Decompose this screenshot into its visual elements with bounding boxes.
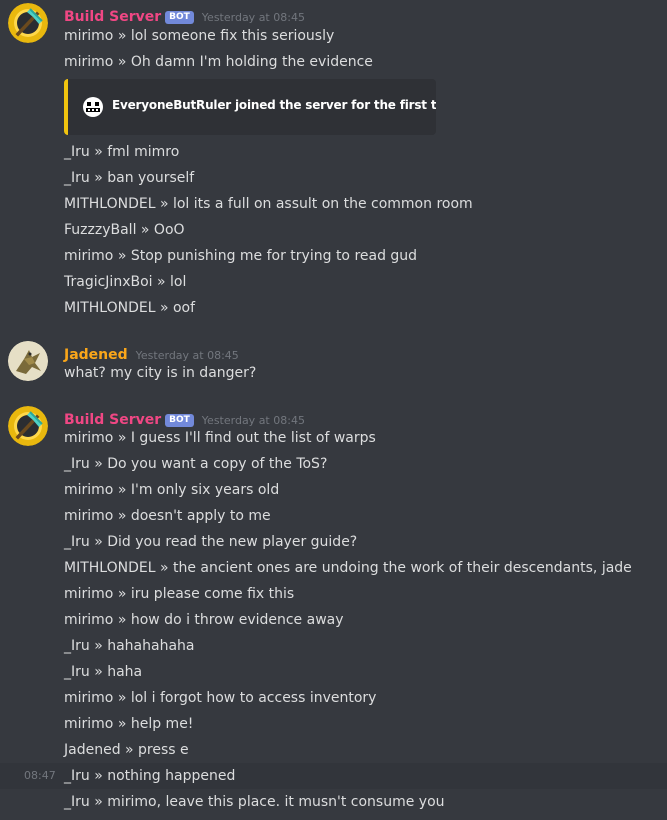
- message-text: mirimo » Stop punishing me for trying to…: [64, 248, 418, 264]
- message-line[interactable]: mirimo » lol someone fix this seriously: [0, 23, 667, 49]
- message-line[interactable]: mirimo » Oh damn I'm holding the evidenc…: [0, 49, 667, 75]
- message-line-hovered[interactable]: 08:47 _Iru » nothing happened: [0, 763, 667, 789]
- join-embed: EveryoneButRuler joined the server for t…: [64, 79, 436, 135]
- message-line[interactable]: MITHLONDEL » oof: [0, 295, 667, 321]
- message-text: FuzzzyBall » OoO: [64, 222, 185, 238]
- message-text: mirimo » iru please come fix this: [64, 586, 295, 602]
- message-text: mirimo » lol i forgot how to access inve…: [64, 690, 377, 706]
- smiley-face-icon: [82, 96, 104, 118]
- message-text: _Iru » ban yourself: [64, 170, 195, 186]
- message-line[interactable]: _Iru » Do you want a copy of the ToS?: [0, 451, 667, 477]
- message-line[interactable]: mirimo » lol i forgot how to access inve…: [0, 685, 667, 711]
- message-group: Build Server BOT Yesterday at 08:45 mirimo…: [0, 0, 667, 320]
- message-line[interactable]: mirimo » I guess I'll find out the list …: [0, 425, 667, 451]
- message-text: TragicJinxBoi » lol: [64, 274, 187, 290]
- message-line[interactable]: _Iru » ban yourself: [0, 165, 667, 191]
- embed-text: EveryoneButRuler joined the server for t…: [112, 98, 436, 112]
- message-line[interactable]: mirimo » doesn't apply to me: [0, 503, 667, 529]
- message-line[interactable]: FuzzzyBall » OoO: [0, 217, 667, 243]
- message-text: mirimo » how do i throw evidence away: [64, 612, 344, 628]
- message-line[interactable]: MITHLONDEL » lol its a full on assult on…: [0, 191, 667, 217]
- message-text: _Iru » hahahahaha: [64, 638, 195, 654]
- message-text: MITHLONDEL » oof: [64, 300, 196, 316]
- message-text: mirimo » I guess I'll find out the list …: [64, 430, 376, 446]
- message-text: what? my city is in danger?: [64, 365, 257, 381]
- message-line[interactable]: _Iru » Did you read the new player guide…: [0, 529, 667, 555]
- message-group: Build Server BOT Yesterday at 08:45 mirimo…: [0, 403, 667, 820]
- chat-message-list[interactable]: Build Server BOT Yesterday at 08:45 mirimo…: [0, 0, 667, 820]
- message-text: _Iru » Do you want a copy of the ToS?: [64, 456, 328, 472]
- message-line[interactable]: mirimo » I'm only six years old: [0, 477, 667, 503]
- message-text: _Iru » haha: [64, 664, 143, 680]
- message-line[interactable]: what? my city is in danger?: [0, 360, 667, 386]
- message-text: mirimo » Oh damn I'm holding the evidenc…: [64, 54, 373, 70]
- hover-timestamp[interactable]: 08:47: [24, 763, 56, 789]
- message-line[interactable]: mirimo » iru please come fix this: [0, 581, 667, 607]
- message-line[interactable]: _Iru » mirimo, leave this place. it musn…: [0, 789, 667, 815]
- embed-accent-bar: [64, 79, 68, 135]
- message-text: MITHLONDEL » lol its a full on assult on…: [64, 196, 473, 212]
- message-text: _Iru » mirimo, leave this place. it musn…: [64, 794, 445, 810]
- message-text: MITHLONDEL » the ancient ones are undoin…: [64, 560, 632, 576]
- message-text: _Iru » nothing happened: [64, 768, 236, 784]
- message-text: mirimo » I'm only six years old: [64, 482, 280, 498]
- message-line[interactable]: TragicJinxBoi » lol: [0, 269, 667, 295]
- message-line[interactable]: _Iru » hahahahaha: [0, 633, 667, 659]
- message-line[interactable]: Jadened » press e: [0, 737, 667, 763]
- message-line[interactable]: mirimo » how do i throw evidence away: [0, 607, 667, 633]
- message-text: _Iru » fml mimro: [64, 144, 180, 160]
- message-text: Jadened » press e: [64, 742, 189, 758]
- message-text: mirimo » help me!: [64, 716, 194, 732]
- message-text: _Iru » Did you read the new player guide…: [64, 534, 358, 550]
- message-group: Jadened Yesterday at 08:45 what? my city …: [0, 338, 667, 388]
- message-line[interactable]: mirimo » Stop punishing me for trying to…: [0, 243, 667, 269]
- message-line[interactable]: mirimo » help me!: [0, 711, 667, 737]
- message-line[interactable]: MITHLONDEL » the ancient ones are undoin…: [0, 555, 667, 581]
- message-header: Build Server BOT Yesterday at 08:45: [64, 6, 305, 25]
- message-line[interactable]: _Iru » haha: [0, 659, 667, 685]
- message-line[interactable]: _Iru » fml mimro: [0, 139, 667, 165]
- message-text: mirimo » lol someone fix this seriously: [64, 28, 335, 44]
- message-text: mirimo » doesn't apply to me: [64, 508, 271, 524]
